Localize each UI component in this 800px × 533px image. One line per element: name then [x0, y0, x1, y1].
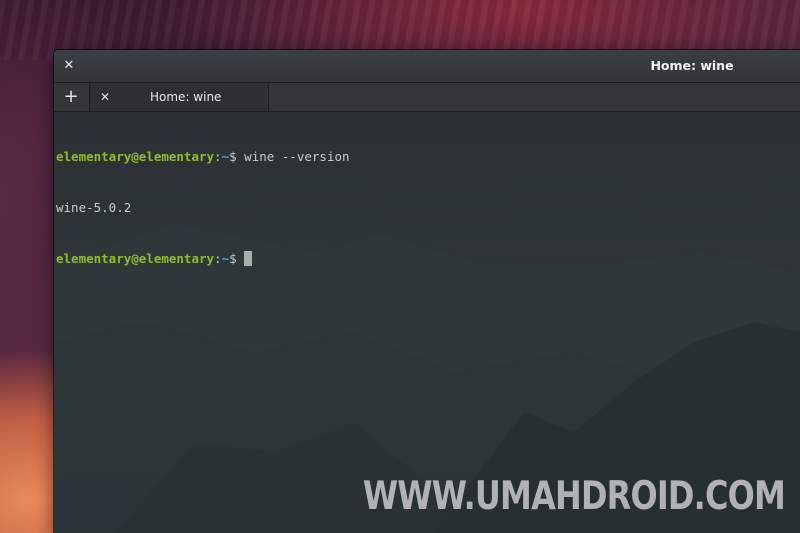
text-cursor [244, 251, 253, 266]
watermark-text: WWW.UMAHDROID.COM [362, 474, 786, 519]
prompt-path: ~ [221, 149, 230, 164]
terminal-line: elementary@elementary:~$ [56, 250, 350, 267]
prompt-user: elementary@elementary [56, 251, 215, 266]
prompt-symbol: $ [229, 251, 245, 266]
tab-bar: + ✕ Home: wine [54, 83, 800, 112]
window-titlebar[interactable]: ✕ Home: wine [54, 50, 800, 83]
terminal-line: wine-5.0.2 [56, 199, 350, 216]
command-text: wine --version [244, 149, 350, 164]
command-output: wine-5.0.2 [56, 200, 132, 215]
tab-home-wine[interactable]: ✕ Home: wine [89, 83, 269, 111]
prompt-user: elementary@elementary [56, 149, 215, 164]
terminal-text: elementary@elementary:~$ wine --version … [56, 114, 350, 301]
prompt-separator: : [214, 149, 222, 164]
prompt-symbol: $ [229, 149, 245, 164]
prompt-path: ~ [221, 251, 230, 266]
tab-label: Home: wine [150, 90, 222, 104]
close-icon[interactable]: ✕ [97, 88, 113, 106]
terminal-line: elementary@elementary:~$ wine --version [56, 148, 350, 165]
window-title: Home: wine [650, 58, 734, 73]
terminal-output-area[interactable]: elementary@elementary:~$ wine --version … [54, 112, 800, 533]
prompt-separator: : [214, 251, 222, 266]
terminal-window: ✕ Home: wine + ✕ Home: wine elementary@e… [54, 50, 800, 533]
plus-icon[interactable]: + [60, 85, 82, 109]
